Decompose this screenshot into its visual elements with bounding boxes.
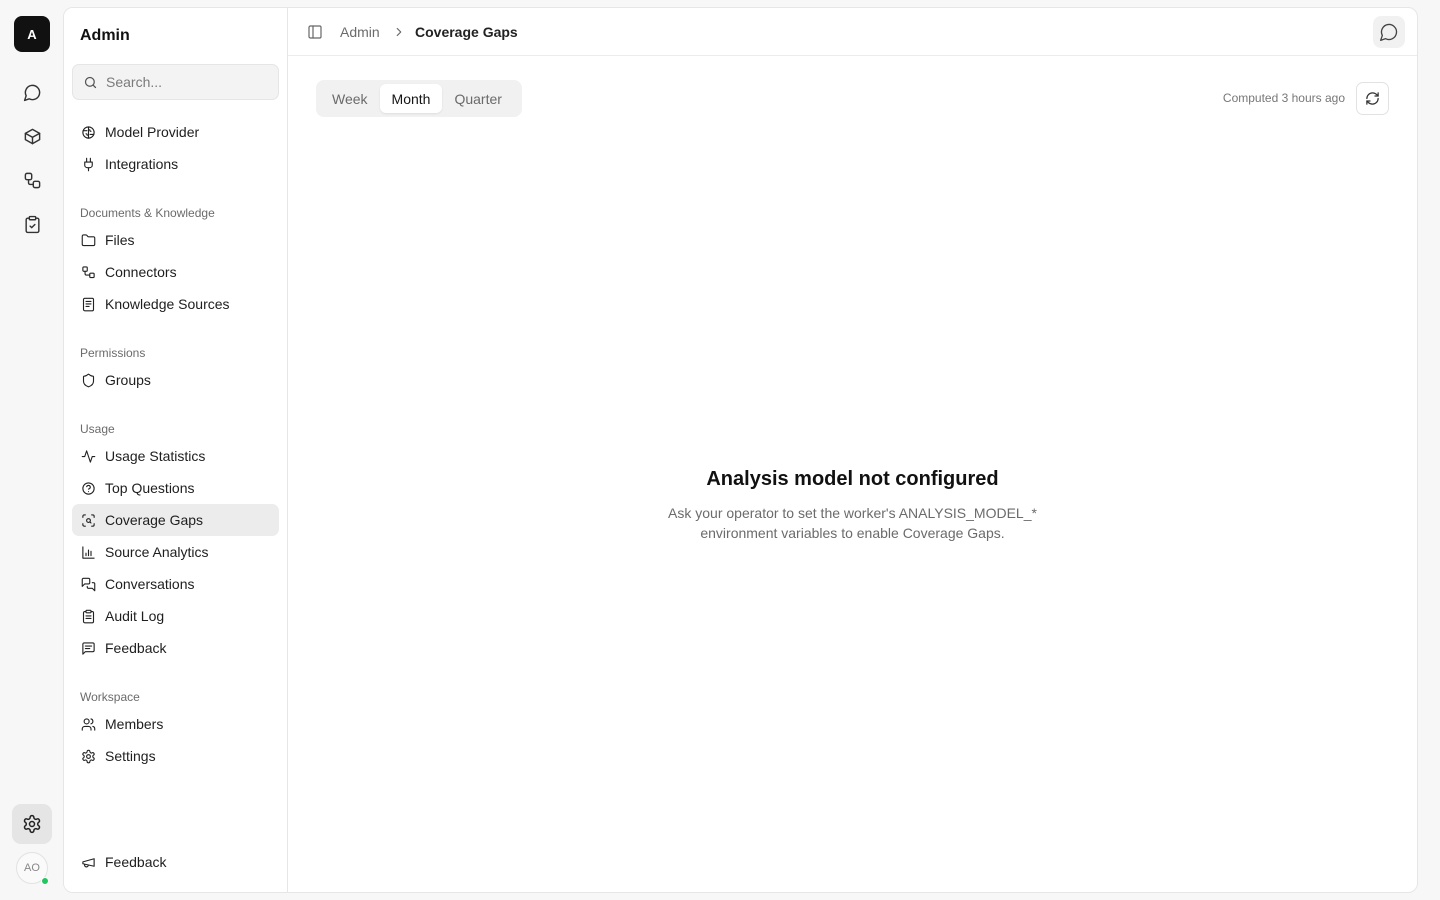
sidebar-title: Admin xyxy=(80,27,130,44)
sidebar-item-files[interactable]: Files xyxy=(72,224,279,256)
box-icon[interactable] xyxy=(16,120,48,152)
sidebar-item-members[interactable]: Members xyxy=(72,708,279,740)
empty-state-description-line2: environment variables to enable Coverage… xyxy=(700,525,1005,541)
sidebar-item-label: Source Analytics xyxy=(105,544,209,560)
plug-icon xyxy=(84,157,93,171)
sidebar-item-label: Settings xyxy=(105,748,156,764)
refresh-icon xyxy=(1366,92,1379,105)
sidebar-item-integrations[interactable]: Integrations xyxy=(72,148,279,180)
sidebar-item-label: Connectors xyxy=(105,264,177,280)
online-status-dot xyxy=(41,877,49,885)
question-icon xyxy=(82,481,95,495)
sidebar-item-feedback[interactable]: Feedback xyxy=(72,632,279,664)
sidebar-item-label: Groups xyxy=(105,372,151,388)
empty-state-title: Analysis model not configured xyxy=(706,468,999,490)
empty-state: Analysis model not configured Ask your o… xyxy=(288,468,1417,543)
tab-week[interactable]: Week xyxy=(320,84,380,113)
section-label-permissions: Permissions xyxy=(80,346,146,360)
admin-sidebar: Admin Model Provider Integrations Docume… xyxy=(64,8,288,892)
chevron-right-icon xyxy=(396,27,402,37)
sidebar-item-label: Feedback xyxy=(105,640,167,656)
sidebar-item-label: Files xyxy=(105,232,135,248)
main-panel: Admin Model Provider Integrations Docume… xyxy=(63,7,1418,893)
sidebar-item-top-questions[interactable]: Top Questions xyxy=(72,472,279,504)
chat-button[interactable] xyxy=(1373,16,1405,48)
empty-state-description-line1: Ask your operator to set the worker's AN… xyxy=(668,505,1037,521)
sidebar-item-source-analytics[interactable]: Source Analytics xyxy=(72,536,279,568)
clipboard-icon xyxy=(82,609,95,623)
sidebar-item-label: Knowledge Sources xyxy=(105,296,230,312)
sidebar-item-label: Audit Log xyxy=(105,608,165,624)
chat-bubble-icon xyxy=(1380,23,1398,41)
sidebar-item-audit-log[interactable]: Audit Log xyxy=(72,600,279,632)
icon-rail: A AO xyxy=(0,0,64,900)
sidebar-item-coverage-gaps[interactable]: Coverage Gaps xyxy=(72,504,279,536)
message-square-icon xyxy=(82,641,95,655)
tab-quarter[interactable]: Quarter xyxy=(442,84,513,113)
folder-icon xyxy=(81,233,96,246)
search-icon xyxy=(84,76,97,88)
sidebar-toggle-icon[interactable] xyxy=(307,24,323,40)
messages-icon xyxy=(81,577,96,591)
scan-icon xyxy=(82,513,95,527)
computed-timestamp: Computed 3 hours ago xyxy=(1222,91,1345,105)
sidebar-item-label: Top Questions xyxy=(105,480,195,496)
tab-month[interactable]: Month xyxy=(379,84,443,113)
sidebar-item-label: Members xyxy=(105,716,164,732)
clipboard-check-icon[interactable] xyxy=(16,208,48,240)
brain-icon xyxy=(82,125,95,139)
sidebar-item-label: Feedback xyxy=(105,854,167,870)
sidebar-item-connectors[interactable]: Connectors xyxy=(72,256,279,288)
period-selector: Week Month Quarter xyxy=(316,80,522,117)
sidebar-item-groups[interactable]: Groups xyxy=(72,364,279,396)
sidebar-item-settings[interactable]: Settings xyxy=(72,740,279,772)
chat-icon[interactable] xyxy=(16,76,48,108)
workspace-logo[interactable]: A xyxy=(14,16,50,52)
workflow-icon[interactable] xyxy=(16,164,48,196)
breadcrumb-current: Coverage Gaps xyxy=(415,24,518,40)
breadcrumb-root[interactable]: Admin xyxy=(340,24,380,40)
sidebar-item-model-provider[interactable]: Model Provider xyxy=(72,116,279,148)
top-bar: Admin Coverage Gaps xyxy=(288,8,1417,56)
refresh-button[interactable] xyxy=(1356,82,1389,115)
sidebar-item-conversations[interactable]: Conversations xyxy=(72,568,279,600)
search-input[interactable] xyxy=(106,74,266,90)
megaphone-icon xyxy=(82,857,95,867)
book-icon xyxy=(82,297,95,311)
sidebar-item-label: Usage Statistics xyxy=(105,448,206,464)
activity-icon xyxy=(81,449,96,463)
settings-gear-icon[interactable] xyxy=(12,804,52,844)
section-label-workspace: Workspace xyxy=(80,690,140,704)
connectors-icon xyxy=(82,265,95,278)
shield-icon xyxy=(82,373,95,387)
bar-chart-icon xyxy=(82,545,95,559)
sidebar-item-label: Integrations xyxy=(105,156,179,172)
sidebar-item-label: Conversations xyxy=(105,576,195,592)
users-icon xyxy=(81,717,96,731)
section-label-documents: Documents & Knowledge xyxy=(80,206,215,220)
section-label-usage: Usage xyxy=(80,422,115,436)
sidebar-item-label: Model Provider xyxy=(105,124,200,140)
sidebar-item-knowledge-sources[interactable]: Knowledge Sources xyxy=(72,288,279,320)
gear-icon xyxy=(82,749,95,763)
sidebar-search[interactable] xyxy=(72,64,279,100)
content-area: Admin Coverage Gaps Week Month Quarter C… xyxy=(288,8,1417,892)
sidebar-item-usage-statistics[interactable]: Usage Statistics xyxy=(72,440,279,472)
sidebar-item-label: Coverage Gaps xyxy=(105,512,204,528)
sidebar-footer-feedback[interactable]: Feedback xyxy=(72,846,279,878)
